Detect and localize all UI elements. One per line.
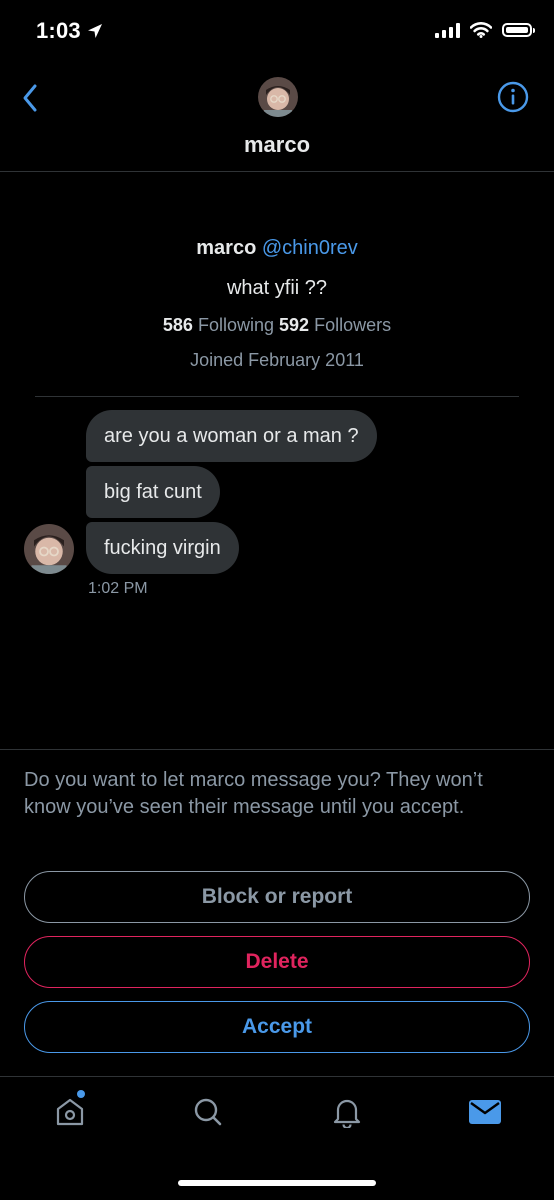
location-arrow-icon [87, 24, 102, 38]
nav-search[interactable] [188, 1092, 228, 1132]
header-avatar[interactable] [258, 77, 298, 117]
header-title[interactable]: marco [0, 132, 554, 158]
message-bubble[interactable]: fucking virgin [86, 522, 239, 574]
sender-avatar[interactable] [24, 524, 74, 574]
followers-label: Followers [314, 315, 392, 335]
status-time: 1:03 [36, 18, 81, 43]
home-indicator [178, 1180, 376, 1186]
message-bubble[interactable]: are you a woman or a man ? [86, 410, 377, 462]
bell-icon [333, 1099, 361, 1128]
status-bar-icons [435, 22, 535, 38]
profile-handle: @chin0rev [261, 237, 358, 259]
accept-button[interactable]: Accept [24, 1001, 530, 1053]
request-divider [0, 749, 554, 750]
delete-button[interactable]: Delete [24, 936, 530, 988]
message-timestamp: 1:02 PM [88, 580, 148, 597]
profile-name-line[interactable]: marco @chin0rev [0, 237, 554, 260]
profile-bio: what yfii ?? [226, 277, 328, 299]
profile-stats: 586 Following 592 Followers [0, 315, 554, 336]
nav-messages[interactable] [465, 1092, 505, 1132]
avatar-image [24, 524, 74, 574]
chevron-left-icon [23, 84, 37, 112]
profile-joined-date: Joined February 2011 [190, 350, 364, 370]
bottom-nav-divider [0, 1076, 554, 1077]
followers-count: 592 [279, 315, 310, 335]
back-button[interactable] [14, 80, 46, 116]
block-or-report-button[interactable]: Block or report [24, 871, 530, 923]
mail-icon [469, 1100, 501, 1124]
wifi-icon [470, 22, 492, 38]
info-button[interactable] [496, 80, 530, 114]
avatar-image [258, 77, 298, 117]
status-bar-time: 1:03 [36, 18, 103, 44]
search-icon [194, 1098, 222, 1126]
info-circle-icon [497, 81, 529, 113]
nav-notifications[interactable] [327, 1092, 367, 1132]
message-request-prompt: Do you want to let marco message you? Th… [24, 769, 483, 818]
message-bubble[interactable]: big fat cunt [86, 466, 220, 518]
battery-icon [502, 23, 535, 37]
nav-home[interactable] [50, 1092, 90, 1132]
following-label: Following [197, 315, 274, 335]
following-count: 586 [162, 315, 193, 335]
conversation-header: marco [0, 60, 554, 172]
home-icon [56, 1098, 84, 1126]
signal-icon [435, 22, 460, 38]
profile-divider [35, 396, 519, 397]
profile-name: marco [196, 237, 257, 259]
notification-dot [77, 1090, 85, 1098]
